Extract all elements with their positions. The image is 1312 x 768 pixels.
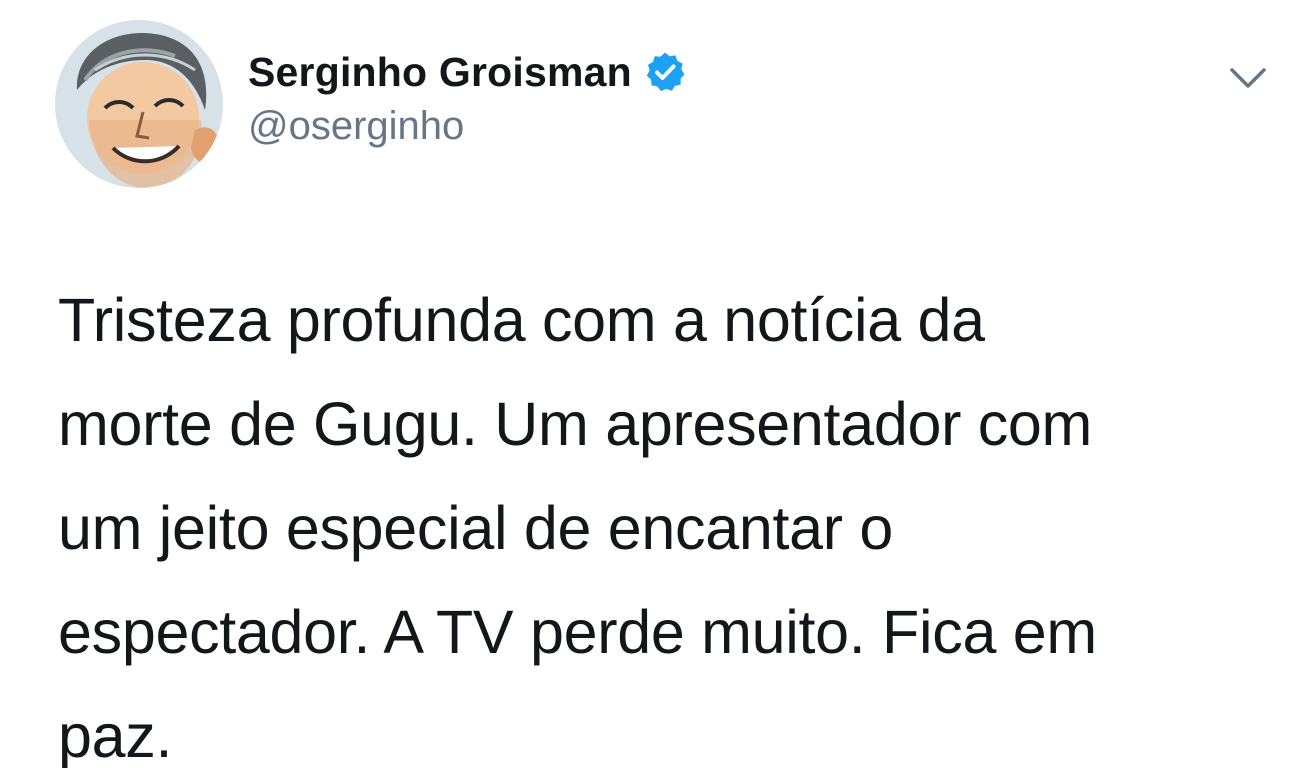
author-block: Serginho Groisman @oserginho	[248, 46, 686, 149]
chevron-down-icon[interactable]	[1226, 60, 1270, 98]
avatar[interactable]	[55, 20, 223, 188]
tweet-text-line: Tristeza profunda com a notícia da	[58, 286, 985, 354]
name-row: Serginho Groisman	[248, 46, 686, 98]
display-name[interactable]: Serginho Groisman	[248, 49, 632, 96]
tweet-text-line: um jeito especial de encantar o	[58, 494, 894, 562]
verified-badge-icon	[644, 51, 686, 93]
avatar-caricature-icon	[55, 20, 223, 188]
tweet-header: Serginho Groisman @oserginho	[0, 0, 1312, 200]
author-handle[interactable]: @oserginho	[248, 104, 686, 149]
tweet-text-line: morte de Gugu. Um apresentador com	[58, 390, 1093, 458]
tweet-card: Serginho Groisman @oserginho Tristeza pr…	[0, 0, 1312, 768]
tweet-text-line: paz.	[58, 702, 173, 768]
tweet-text-line: espectador. A TV perde muito. Fica em	[58, 598, 1097, 666]
tweet-text: Tristeza profunda com a notícia da morte…	[58, 268, 1258, 768]
